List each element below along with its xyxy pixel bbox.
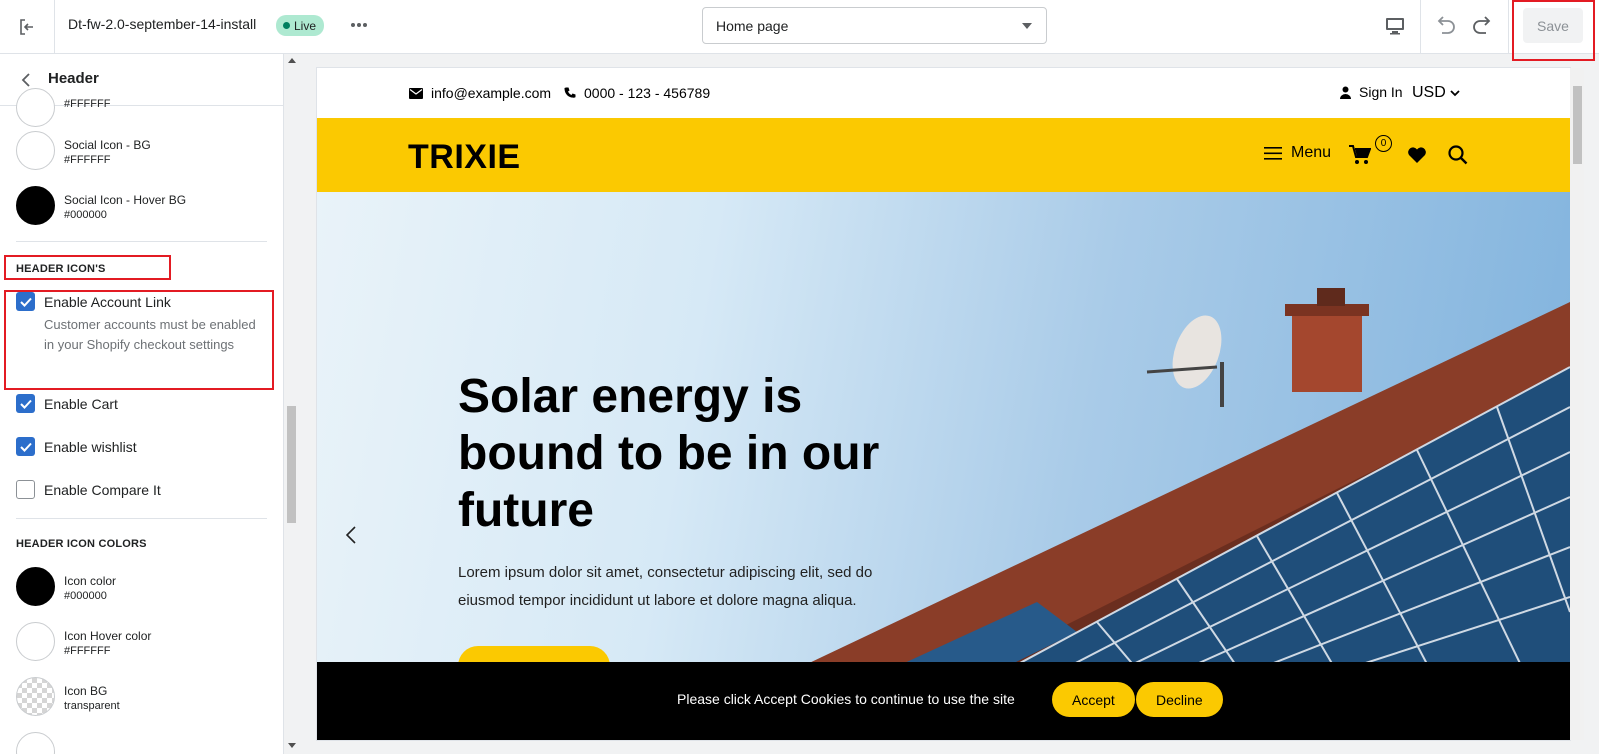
color-value: #000000 — [64, 209, 107, 221]
slide-prev-button[interactable] — [343, 523, 359, 547]
chevron-left-icon — [21, 73, 30, 87]
currency-value: USD — [1412, 84, 1446, 101]
exit-icon — [20, 18, 33, 35]
desktop-icon — [1386, 18, 1404, 35]
status-badge: Live — [276, 15, 325, 36]
sidebar-scroll-thumb[interactable] — [287, 406, 296, 523]
sign-in-link[interactable]: Sign In — [1340, 84, 1403, 100]
page-selector-value: Home page — [716, 18, 789, 34]
cart-count-badge: 0 — [1375, 135, 1392, 152]
chevron-down-icon — [1022, 23, 1032, 29]
checkmark-icon — [19, 399, 32, 409]
color-setting-label: Icon Hover color — [64, 629, 152, 643]
checkbox-label: Enable Cart — [44, 396, 118, 412]
back-button[interactable] — [16, 70, 36, 90]
contact-email[interactable]: info@example.com — [409, 85, 551, 101]
checkmark-icon — [19, 442, 32, 452]
chevron-down-icon — [1450, 89, 1460, 96]
color-swatch[interactable] — [16, 88, 55, 127]
icon-hover-color-swatch[interactable] — [16, 622, 55, 661]
checkbox-label: Enable Compare It — [44, 482, 161, 498]
wishlist-button[interactable] — [1404, 142, 1430, 168]
cookie-banner: Please click Accept Cookies to continue … — [317, 662, 1570, 740]
enable-wishlist-checkbox[interactable] — [16, 437, 35, 456]
user-icon — [1340, 86, 1351, 99]
live-dot-icon — [283, 22, 290, 29]
enable-cart-checkbox[interactable] — [16, 394, 35, 413]
store-preview-frame: info@example.com 0000 - 123 - 456789 Sig… — [317, 68, 1570, 740]
cookie-message: Please click Accept Cookies to continue … — [677, 691, 1015, 707]
theme-name: Dt-fw-2.0-september-14-install — [68, 16, 257, 32]
menu-button[interactable]: Menu — [1264, 144, 1331, 162]
announcement-bar: info@example.com 0000 - 123 - 456789 Sig… — [317, 68, 1570, 118]
store-header: TRIXIE Menu 0 — [317, 118, 1570, 192]
color-swatch[interactable] — [16, 732, 55, 754]
search-icon — [1448, 145, 1468, 165]
currency-selector[interactable]: USD — [1412, 84, 1460, 102]
contact-phone[interactable]: 0000 - 123 - 456789 — [564, 85, 710, 101]
heart-icon — [1408, 147, 1426, 163]
color-value: #FFFFFF — [64, 98, 111, 110]
sidebar-title: Header — [48, 70, 99, 87]
color-value: #000000 — [64, 590, 107, 602]
accept-cookies-button[interactable]: Accept — [1052, 682, 1135, 717]
chevron-left-icon — [346, 526, 356, 544]
phone-text: 0000 - 123 - 456789 — [584, 85, 711, 101]
highlight-box — [4, 255, 171, 280]
icon-bg-swatch[interactable] — [16, 677, 55, 716]
color-value: #FFFFFF — [64, 154, 111, 166]
hamburger-icon — [1264, 146, 1282, 160]
social-icon-bg-swatch[interactable] — [16, 131, 55, 170]
menu-label: Menu — [1291, 144, 1332, 161]
more-actions-button[interactable] — [346, 12, 372, 38]
color-setting-label: Icon color — [64, 574, 117, 588]
editor-topbar: Dt-fw-2.0-september-14-install Live Home… — [0, 0, 1599, 54]
sidebar-scrollbar[interactable] — [284, 54, 299, 754]
decline-cookies-button[interactable]: Decline — [1136, 682, 1223, 717]
section-divider — [16, 518, 267, 519]
search-button[interactable] — [1445, 142, 1471, 168]
redo-button[interactable] — [1470, 13, 1496, 39]
device-preview-button[interactable] — [1382, 13, 1408, 39]
hero-description: Lorem ipsum dolor sit amet, consectetur … — [458, 564, 873, 609]
highlight-box — [4, 290, 274, 390]
toolbar-divider — [1508, 0, 1509, 53]
store-logo[interactable]: TRIXIE — [408, 138, 521, 177]
color-setting-label: Social Icon - Hover BG — [64, 193, 187, 207]
settings-sidebar: Header #FFFFFF Social Icon - BG #FFFFFF … — [0, 54, 284, 754]
hero-slideshow: Solar energy is bound to be in our futur… — [317, 192, 1570, 740]
section-divider — [16, 241, 267, 242]
section-title-header-icon-colors: HEADER ICON COLORS — [16, 538, 147, 550]
color-setting-label: Social Icon - BG — [64, 138, 151, 152]
sign-in-text: Sign In — [1359, 84, 1403, 100]
undo-icon — [1437, 16, 1455, 34]
color-value: transparent — [64, 700, 120, 712]
scroll-down-arrow-icon[interactable] — [288, 743, 296, 748]
status-badge-label: Live — [294, 18, 317, 33]
checkbox-label: Enable wishlist — [44, 439, 137, 455]
color-setting-label: Icon BG — [64, 684, 108, 698]
page-selector[interactable]: Home page — [702, 7, 1047, 44]
more-horizontal-icon — [351, 23, 367, 27]
color-value: #FFFFFF — [64, 645, 111, 657]
envelope-icon — [409, 87, 423, 99]
scroll-up-arrow-icon[interactable] — [288, 58, 296, 63]
cart-icon — [1349, 145, 1371, 164]
toolbar-divider — [1420, 0, 1421, 53]
phone-icon — [564, 87, 576, 98]
redo-icon — [1473, 16, 1491, 34]
enable-compare-checkbox[interactable] — [16, 480, 35, 499]
cart-button[interactable] — [1347, 142, 1373, 168]
highlight-box — [1512, 0, 1595, 61]
exit-editor-button[interactable] — [0, 0, 55, 53]
email-text: info@example.com — [431, 85, 552, 101]
social-icon-hover-bg-swatch[interactable] — [16, 186, 55, 225]
hero-title: Solar energy is bound to be in our futur… — [458, 370, 880, 537]
preview-scrollbar[interactable] — [1570, 68, 1584, 740]
icon-color-swatch[interactable] — [16, 567, 55, 606]
preview-scroll-thumb[interactable] — [1573, 86, 1582, 164]
undo-button[interactable] — [1432, 13, 1458, 39]
